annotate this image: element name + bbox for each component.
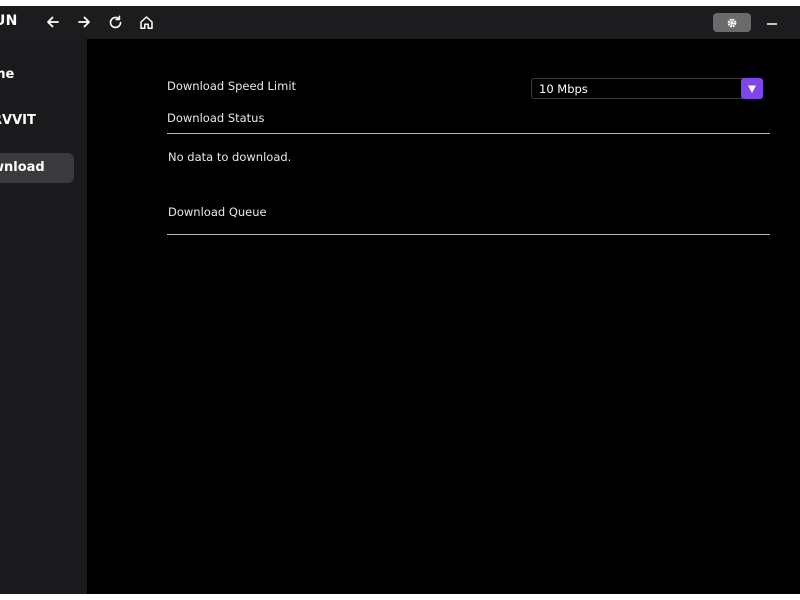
home-icon [139,15,153,29]
gear-icon [727,18,737,27]
main-content: Download Speed Limit 10 Mbps Download St… [87,39,800,594]
sidebar-item-label: RVVIT [0,113,36,128]
minimize-icon [767,22,777,25]
sidebar: me RVVIT wnload [0,39,87,594]
dropdown-toggle[interactable] [741,78,763,99]
status-divider [167,133,770,134]
download-queue-heading: Download Queue [168,205,267,219]
status-message: No data to download. [168,150,292,164]
sidebar-item-home[interactable]: me [0,60,74,90]
arrow-left-icon [47,16,59,28]
reload-button[interactable] [105,12,125,32]
download-status-heading: Download Status [167,111,265,125]
arrow-right-icon [78,16,90,28]
home-button[interactable] [136,12,156,32]
sidebar-item-rvvit[interactable]: RVVIT [0,106,74,136]
sidebar-item-download[interactable]: wnload [0,153,74,183]
queue-divider [167,234,770,235]
forward-button[interactable] [74,12,94,32]
sidebar-item-label: me [0,67,15,82]
speed-limit-select[interactable]: 10 Mbps [531,78,763,99]
reload-icon [109,15,121,28]
app-window: UN [0,6,800,594]
sidebar-item-label: wnload [0,160,45,175]
back-button[interactable] [43,12,63,32]
speed-limit-value: 10 Mbps [539,82,588,96]
speed-limit-label: Download Speed Limit [167,79,297,93]
title-bar: UN [0,6,800,39]
app-title: UN [0,13,18,29]
minimize-button[interactable] [763,13,781,32]
chevron-down-icon [748,85,756,93]
settings-button[interactable] [713,13,751,32]
